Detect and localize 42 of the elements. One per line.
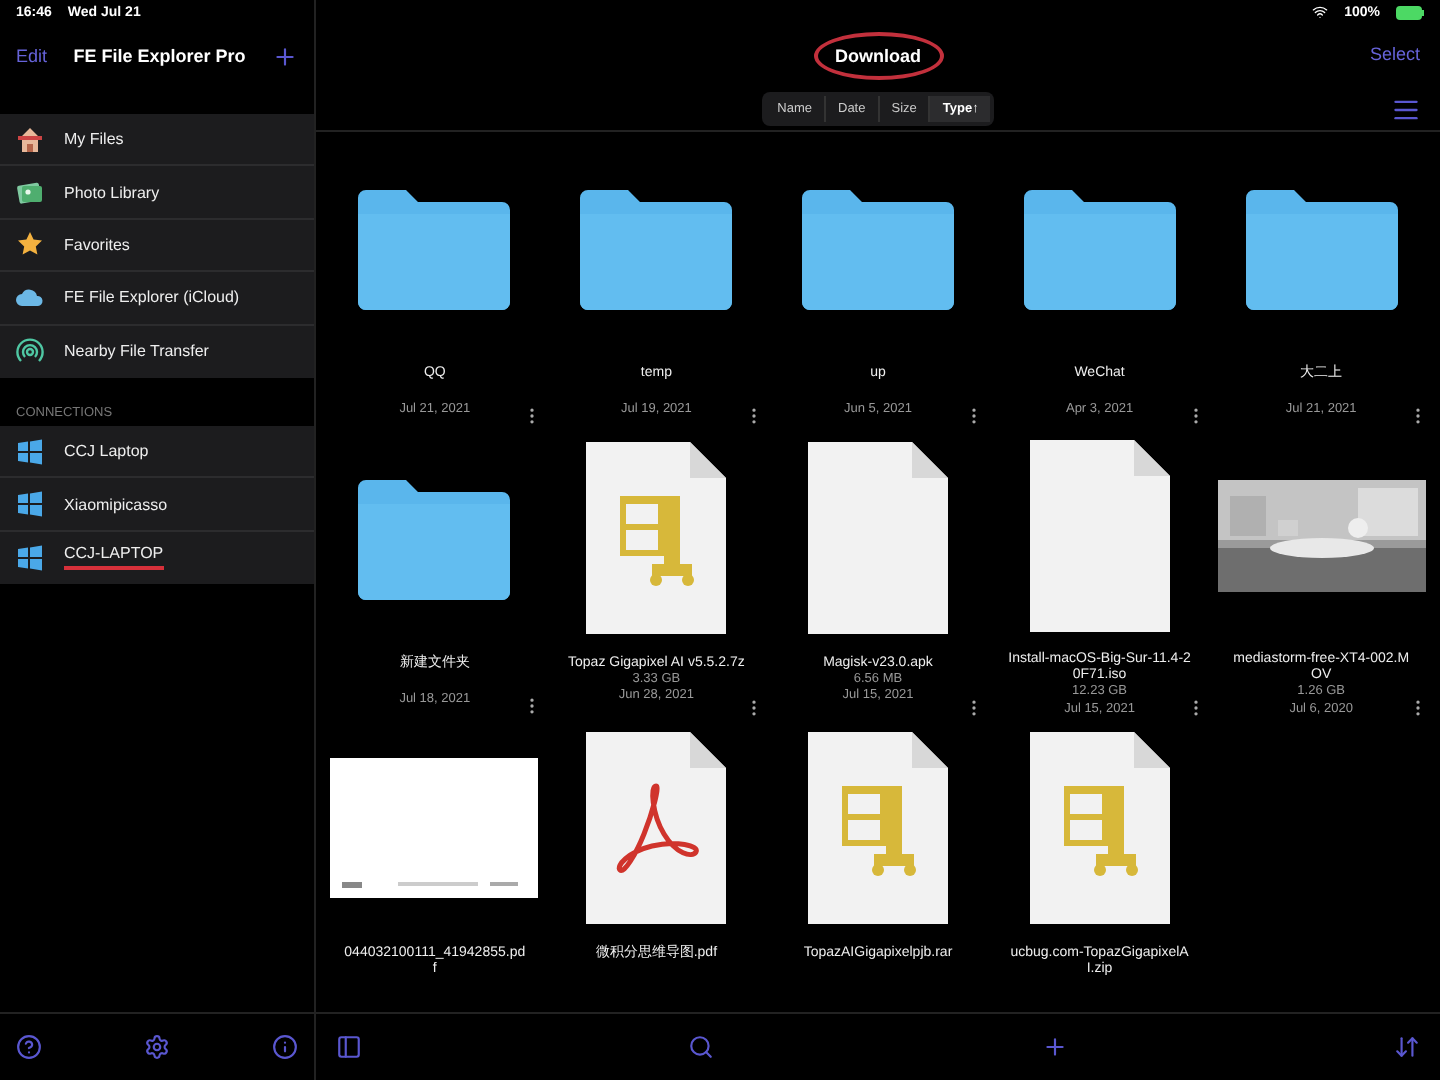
- add-icon[interactable]: [1041, 1034, 1068, 1060]
- house-icon: [16, 125, 44, 154]
- folder-title: Download: [813, 32, 943, 80]
- archive-file-icon: [586, 442, 727, 634]
- folder-icon: [1019, 186, 1180, 310]
- folder-icon: [576, 186, 737, 310]
- photos-icon: [16, 178, 44, 207]
- star-icon: [16, 230, 44, 259]
- battery-icon: [1396, 5, 1424, 19]
- edit-button[interactable]: Edit: [16, 46, 48, 66]
- folder-icon: [354, 476, 515, 600]
- folder-icon: [354, 186, 515, 310]
- sidebar-item[interactable]: Nearby File Transfer: [64, 342, 209, 361]
- sidebar-toggle-icon[interactable]: [336, 1034, 362, 1060]
- add-icon[interactable]: [271, 43, 298, 69]
- select-button[interactable]: Select: [1369, 44, 1420, 64]
- sidebar-item[interactable]: Favorites: [64, 235, 130, 254]
- signal-rings-icon: [16, 337, 44, 366]
- connection-item[interactable]: CCJ-LAPTOP: [64, 544, 164, 571]
- sidebar-item[interactable]: Photo Library: [64, 183, 160, 202]
- sidebar-item[interactable]: FE File Explorer (iCloud): [64, 288, 240, 307]
- file-icon: [807, 442, 948, 634]
- sort-icon[interactable]: [1393, 1034, 1420, 1060]
- archive-file-icon: [1029, 732, 1170, 924]
- pdf-file-icon: [586, 732, 727, 924]
- help-icon[interactable]: [16, 1034, 42, 1060]
- settings-icon[interactable]: [144, 1034, 170, 1060]
- windows-icon: [16, 437, 44, 466]
- folder-icon: [1241, 186, 1402, 310]
- wifi-icon: [1312, 4, 1329, 20]
- sidebar-item[interactable]: My Files: [64, 130, 124, 149]
- info-icon[interactable]: [272, 1034, 298, 1060]
- connection-item[interactable]: Xiaomipicasso: [64, 495, 168, 514]
- sidebar-title: FE File Explorer Pro: [73, 46, 246, 66]
- search-icon[interactable]: [688, 1034, 715, 1060]
- connection-item[interactable]: CCJ Laptop: [64, 442, 149, 461]
- windows-icon: [16, 490, 44, 519]
- windows-icon: [16, 543, 44, 572]
- folder-icon: [797, 186, 958, 310]
- list-view-icon[interactable]: [1392, 96, 1420, 124]
- archive-file-icon: [807, 732, 948, 924]
- file-icon: [1029, 440, 1170, 633]
